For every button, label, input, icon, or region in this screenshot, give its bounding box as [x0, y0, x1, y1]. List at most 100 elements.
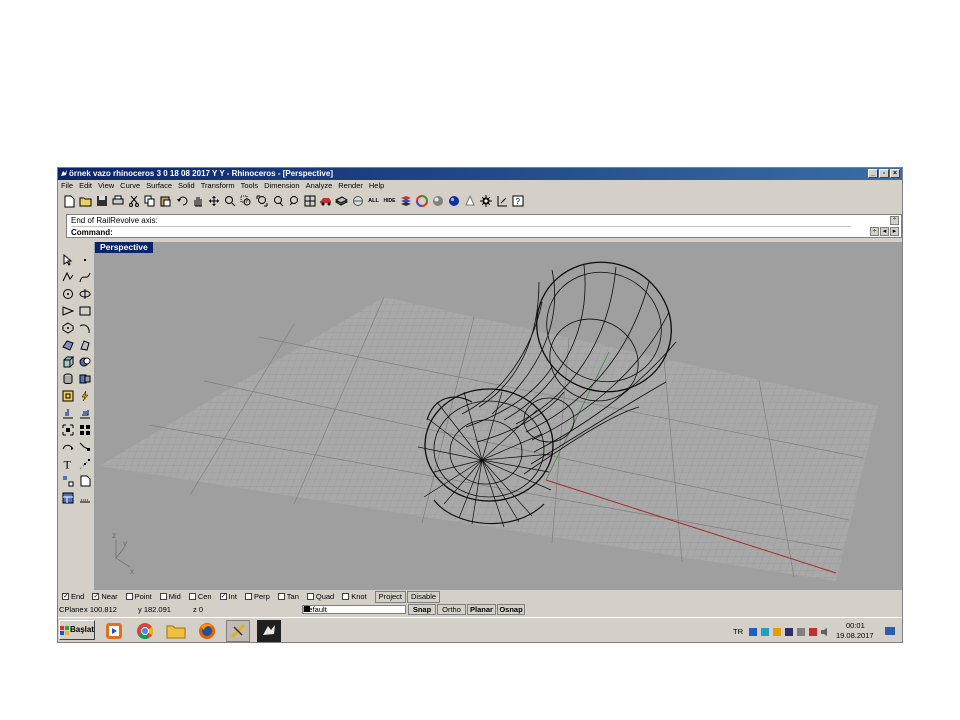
layout-icon[interactable]: [60, 490, 75, 505]
command-scroll-icon[interactable]: ÷: [870, 227, 879, 236]
disable-button[interactable]: Disable: [407, 590, 441, 603]
osnap-mid-checkbox[interactable]: [159, 593, 167, 600]
osnap-perp[interactable]: Perp: [244, 592, 270, 601]
minimize-button[interactable]: _: [868, 169, 878, 178]
drafting-icon[interactable]: [77, 490, 92, 505]
help-icon[interactable]: ?: [510, 194, 525, 209]
gear-icon[interactable]: [478, 194, 493, 209]
zoom-window-icon[interactable]: [238, 194, 253, 209]
osnap-knot[interactable]: Knot: [342, 592, 367, 601]
osnap-tan-checkbox[interactable]: [277, 593, 285, 600]
chrome-icon[interactable]: [133, 620, 157, 642]
osnap-near[interactable]: ✓ Near: [92, 592, 118, 601]
polygon-icon[interactable]: [60, 303, 75, 318]
zoom-extents-icon[interactable]: [254, 194, 269, 209]
mesh-icon[interactable]: [60, 388, 75, 403]
perspective-viewport[interactable]: z y x Perspective: [94, 242, 902, 590]
start-button[interactable]: Başlat: [59, 620, 95, 640]
properties-icon[interactable]: [350, 194, 365, 209]
zoom-icon[interactable]: [222, 194, 237, 209]
analyze-icon[interactable]: [77, 405, 92, 420]
snap-toggle[interactable]: Snap: [408, 604, 436, 615]
firefox-icon[interactable]: [195, 620, 219, 642]
copy-icon[interactable]: [142, 194, 157, 209]
history-scroll-icon[interactable]: ÷: [890, 216, 899, 225]
print-icon[interactable]: [110, 194, 125, 209]
zoom-selected-icon[interactable]: [270, 194, 285, 209]
title-bar[interactable]: örnek vazo rhinoceros 3 0 18 08 2017 Y Y…: [58, 168, 902, 180]
move-icon[interactable]: [60, 405, 75, 420]
ellipse-icon[interactable]: [77, 286, 92, 301]
open-folder-icon[interactable]: [78, 194, 93, 209]
pan-hand-icon[interactable]: [190, 194, 205, 209]
osnap-quad-checkbox[interactable]: [306, 593, 314, 600]
layers-icon[interactable]: [334, 194, 349, 209]
dimension-tool-icon[interactable]: [60, 439, 75, 454]
osnap-near-checkbox[interactable]: ✓: [92, 593, 100, 600]
osnap-point[interactable]: Point: [125, 592, 152, 601]
osnap-perp-checkbox[interactable]: [244, 593, 252, 600]
ortho-toggle[interactable]: Ortho: [437, 604, 466, 615]
rhino-taskbar-icon[interactable]: [257, 620, 281, 642]
edit-points-icon[interactable]: [77, 439, 92, 454]
viewport-title-tab[interactable]: Perspective: [95, 242, 153, 253]
rectangle-icon[interactable]: [77, 303, 92, 318]
osnap-tan[interactable]: Tan: [277, 592, 299, 601]
car-icon[interactable]: [318, 194, 333, 209]
osnap-toggle[interactable]: Osnap: [497, 604, 525, 615]
solid-union-icon[interactable]: [77, 354, 92, 369]
sphere-icon[interactable]: [430, 194, 445, 209]
block-icon[interactable]: [60, 473, 75, 488]
menu-tools[interactable]: Tools: [241, 180, 259, 191]
osnap-end[interactable]: ✓ End: [62, 592, 84, 601]
menu-view[interactable]: View: [98, 180, 114, 191]
planar-toggle[interactable]: Planar: [467, 604, 496, 615]
color-wheel-icon[interactable]: [414, 194, 429, 209]
lightning-icon[interactable]: [77, 388, 92, 403]
taskbar-app-active[interactable]: [226, 620, 250, 642]
osnap-point-checkbox[interactable]: [125, 593, 133, 600]
undo-view-icon[interactable]: [286, 194, 301, 209]
select-arrow-icon[interactable]: [60, 252, 75, 267]
menu-render[interactable]: Render: [338, 180, 363, 191]
cylinder-icon[interactable]: [60, 371, 75, 386]
dimension-icon[interactable]: [494, 194, 509, 209]
arc-icon[interactable]: [77, 320, 92, 335]
four-viewports-icon[interactable]: [302, 194, 317, 209]
surface-icon[interactable]: [60, 337, 75, 352]
menu-help[interactable]: Help: [369, 180, 384, 191]
close-button[interactable]: ×: [890, 169, 900, 178]
menu-surface[interactable]: Surface: [146, 180, 172, 191]
point-icon[interactable]: [77, 252, 92, 267]
paste-icon[interactable]: [158, 194, 173, 209]
command-next-icon[interactable]: ▸: [890, 227, 899, 236]
project-button[interactable]: Project: [374, 590, 407, 603]
points-on-icon[interactable]: [77, 456, 92, 471]
osnap-end-checkbox[interactable]: ✓: [62, 593, 69, 600]
cut-icon[interactable]: [126, 194, 141, 209]
menu-analyze[interactable]: Analyze: [306, 180, 333, 191]
undo-icon[interactable]: [174, 194, 189, 209]
circle-icon[interactable]: [60, 286, 75, 301]
osnap-quad[interactable]: Quad: [306, 592, 334, 601]
menu-edit[interactable]: Edit: [79, 180, 92, 191]
menu-transform[interactable]: Transform: [201, 180, 235, 191]
osnap-mid[interactable]: Mid: [159, 592, 181, 601]
curve-icon[interactable]: [77, 269, 92, 284]
clock-time[interactable]: 00:01: [846, 621, 865, 630]
command-prompt[interactable]: Command:: [71, 226, 851, 237]
detail-icon[interactable]: [77, 473, 92, 488]
rotate-view-icon[interactable]: [206, 194, 221, 209]
text-icon[interactable]: T: [60, 456, 75, 471]
language-indicator[interactable]: TR: [733, 627, 743, 636]
polygon-center-icon[interactable]: [60, 320, 75, 335]
polyline-icon[interactable]: [60, 269, 75, 284]
command-prev-icon[interactable]: ◂: [880, 227, 889, 236]
menu-file[interactable]: File: [61, 180, 73, 191]
group-icon[interactable]: [60, 422, 75, 437]
new-file-icon[interactable]: [62, 194, 77, 209]
osnap-knot-checkbox[interactable]: [342, 593, 350, 600]
box-icon[interactable]: [60, 354, 75, 369]
save-icon[interactable]: [94, 194, 109, 209]
osnap-cen-checkbox[interactable]: [188, 593, 196, 600]
